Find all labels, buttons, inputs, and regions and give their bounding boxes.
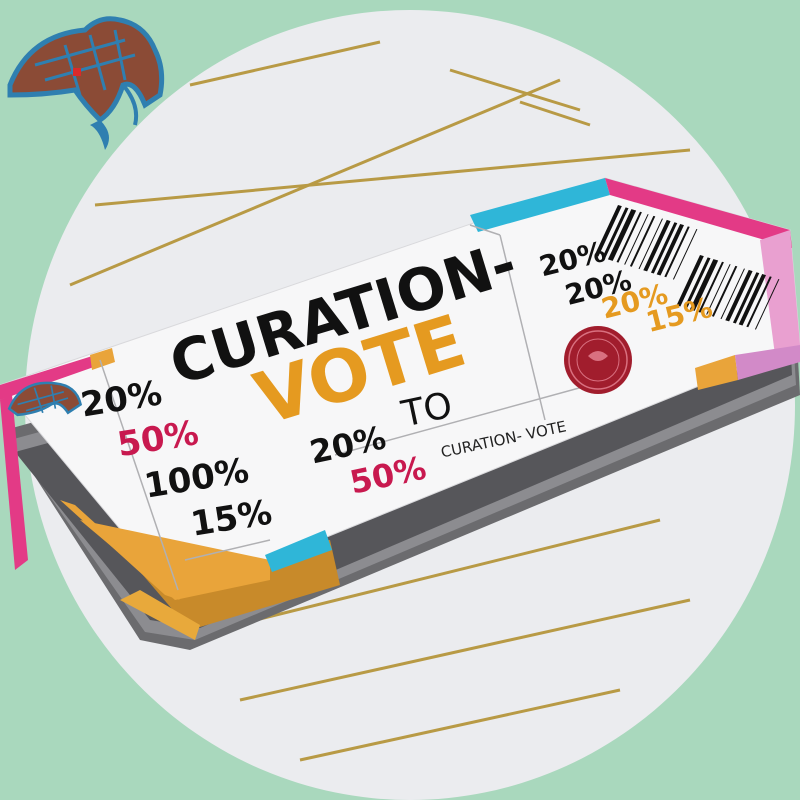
wax-seal-icon bbox=[564, 326, 632, 394]
ticket-scene: CURATION- VOTE 20% 50% 100% 15% 20% TO 5… bbox=[0, 0, 800, 800]
